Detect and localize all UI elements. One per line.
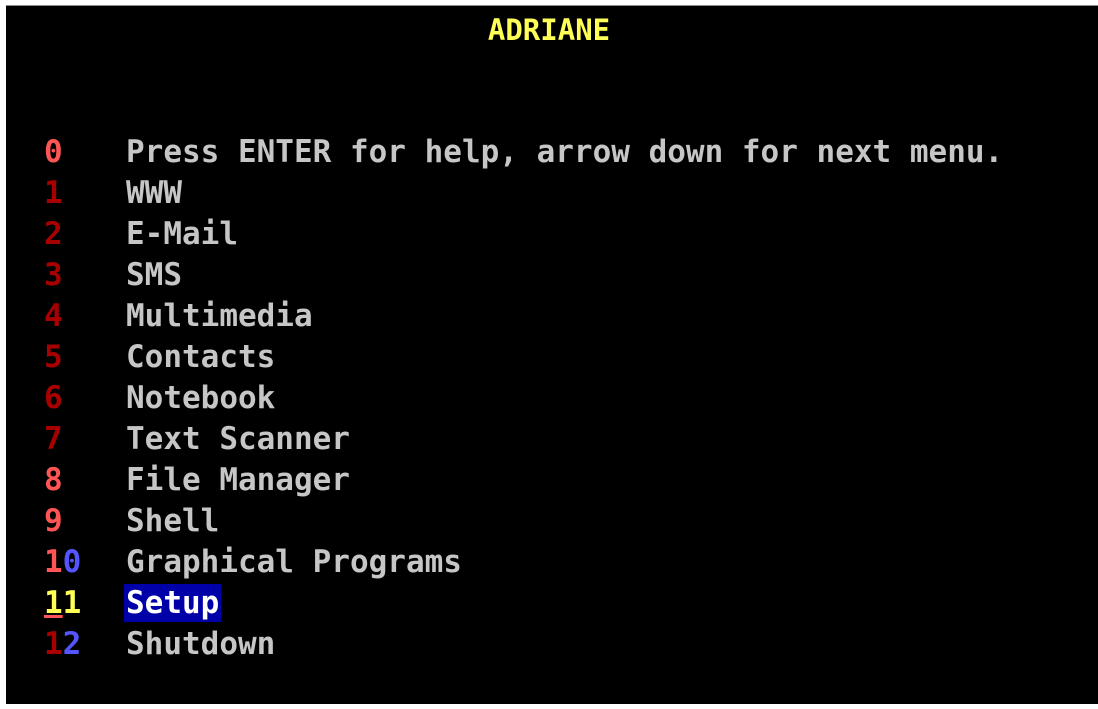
menu-item-number: 3: [44, 257, 63, 293]
menu-item-number: 6: [44, 380, 63, 416]
menu-item-label: E-Mail: [126, 216, 238, 252]
menu-item-label: SMS: [126, 257, 182, 293]
menu-item-label: Press ENTER for help, arrow down for nex…: [126, 134, 1004, 170]
menu-item-label: WWW: [126, 175, 182, 211]
menu-item-number: 2: [44, 216, 63, 252]
menu-item-label: Shell: [126, 503, 220, 539]
menu-item-number: 10: [44, 544, 82, 580]
menu-item-number: 9: [44, 503, 63, 539]
menu-item-label: Multimedia: [126, 298, 313, 334]
menu-item-label: Graphical Programs: [126, 544, 462, 580]
menu-item-label: Shutdown: [126, 626, 276, 662]
menu-item-number: 11: [44, 585, 82, 621]
terminal-screen: ADRIANE 0 Press ENTER for help, arrow do…: [6, 5, 1098, 704]
menu-item-number: 7: [44, 421, 63, 457]
menu-item-number: 0: [44, 134, 63, 170]
menu-item-label: Notebook: [126, 380, 276, 416]
menu-item-number: 8: [44, 462, 63, 498]
menu-item-number: 1: [44, 175, 63, 211]
menu-item-number: 12: [44, 626, 82, 662]
menu-item-number: 5: [44, 339, 63, 375]
menu-item-label: Contacts: [126, 339, 276, 375]
menu-item-label: Setup: [124, 584, 222, 622]
menu-item-label: File Manager: [126, 462, 350, 498]
app-title: ADRIANE: [487, 13, 611, 47]
menu-item-number: 4: [44, 298, 63, 334]
menu-item-label: Text Scanner: [126, 421, 350, 457]
